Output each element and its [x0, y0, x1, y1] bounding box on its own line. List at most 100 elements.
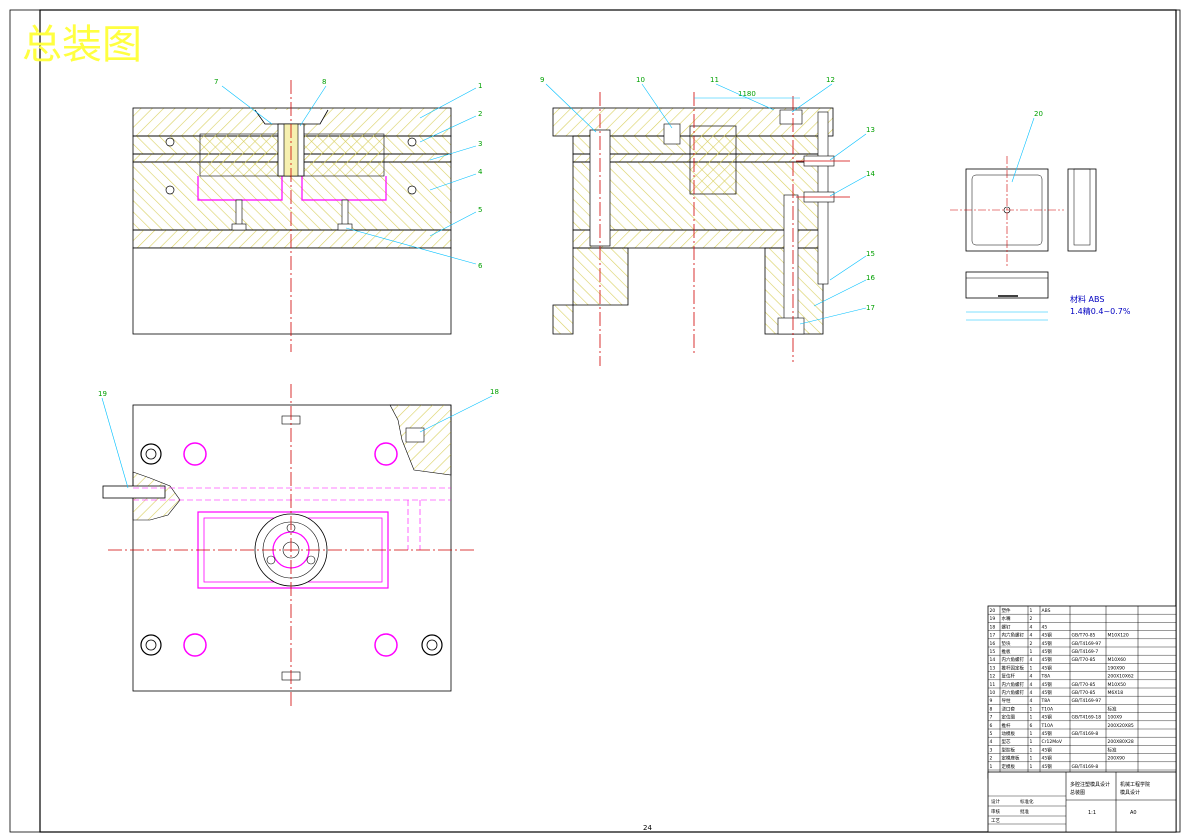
drawing-title: 总装图 [22, 22, 142, 68]
bom-cell-no: 4 [990, 739, 993, 745]
bom-cell-material: 45钢 [1042, 640, 1053, 647]
bom-cell-material: 45钢 [1042, 681, 1053, 688]
bom-cell-material: 45钢 [1042, 656, 1053, 663]
bom-cell-name: 内六角螺钉 [1002, 632, 1025, 639]
label-18: 18 [490, 388, 499, 396]
bom-cell-name: 型腔板 [1002, 746, 1016, 753]
label-7: 7 [214, 78, 218, 86]
bom-cell-material: 45钢 [1042, 689, 1053, 696]
label-19: 19 [98, 390, 107, 398]
bom-cell-qty: 4 [1030, 674, 1033, 680]
tb-sheet: A0 [1130, 810, 1137, 816]
label-20: 20 [1034, 110, 1043, 118]
bom-cell-no: 7 [990, 715, 993, 721]
bom-cell-name: 内六角螺钉 [1002, 689, 1025, 696]
bom-cell-name: 塑件 [1002, 607, 1011, 614]
label-9: 9 [540, 76, 544, 84]
bom-cell-qty: 1 [1030, 706, 1033, 712]
bom-cell-note: 标准 [1108, 705, 1117, 712]
bom-cell-no: 8 [990, 706, 993, 712]
label-16: 16 [866, 274, 875, 282]
bom-cell-no: 15 [990, 649, 996, 655]
bom-cell-material: Cr12MoV [1042, 739, 1063, 745]
bom-cell-name: 内六角螺钉 [1002, 681, 1025, 688]
bom-cell-qty: 2 [1030, 616, 1033, 622]
bom-cell-qty: 1 [1030, 747, 1033, 753]
bom-cell-name: 型芯 [1002, 738, 1011, 745]
bom-cell-name: 定模座板 [1002, 755, 1020, 762]
bom-cell-note: 190X90 [1108, 665, 1126, 671]
bom-cell-note: M10X60 [1108, 657, 1127, 663]
front-view: 7 8 1 2 3 4 5 6 [132, 78, 483, 352]
bom-cell-note: 200X80X28 [1108, 739, 1134, 745]
dim-1180: 1180 [738, 90, 756, 98]
bom-cell-name: 垫块 [1002, 640, 1011, 647]
bom-cell-qty: 1 [1030, 649, 1033, 655]
bom-cell-no: 13 [990, 665, 996, 671]
bom-cell-no: 1 [990, 764, 993, 770]
bom-cell-std: GB/T4169-97 [1072, 698, 1102, 704]
bom-cell-note: 100X9 [1108, 715, 1123, 721]
bom-cell-material: T10A [1041, 723, 1054, 729]
bom-cell-std: GB/T70-85 [1072, 633, 1096, 639]
bom-cell-std: GB/T70-85 [1072, 690, 1096, 696]
plan-view: 19 18 [98, 384, 499, 708]
bom-cell-name: 动模板 [1002, 730, 1016, 737]
label-4: 4 [478, 168, 483, 176]
label-1: 1 [478, 82, 482, 90]
bom-cell-material: T8A [1041, 698, 1052, 704]
bom-cell-no: 2 [990, 756, 993, 762]
tb-class: 模具设计 [1120, 789, 1140, 796]
tb-scale: 1:1 [1088, 810, 1096, 816]
bom-cell-name: 螺钉 [1002, 623, 1011, 630]
bom-cell-note: M6X18 [1108, 690, 1124, 696]
label-11: 11 [710, 76, 719, 84]
bom-cell-qty: 4 [1030, 633, 1033, 639]
bom-cell-material: ABS [1042, 608, 1051, 614]
bom-cell-qty: 1 [1030, 756, 1033, 762]
bom-cell-name: 定模板 [1002, 763, 1016, 770]
bom-cell-no: 9 [990, 698, 993, 704]
bom-cell-qty: 1 [1030, 739, 1033, 745]
bom-cell-no: 20 [990, 608, 996, 614]
bom-cell-material: 45钢 [1042, 746, 1053, 753]
label-5: 5 [478, 206, 482, 214]
bom-cell-material: 45钢 [1042, 730, 1053, 737]
tb-school: 机械工程学院 [1120, 781, 1150, 788]
bom-cell-name: 推杆固定板 [1002, 664, 1025, 671]
bom-cell-material: 45钢 [1042, 755, 1053, 762]
bom-cell-no: 19 [990, 616, 996, 622]
bom-cell-material: T8A [1041, 674, 1052, 680]
bom-cell-name: 浇口套 [1002, 705, 1016, 712]
bom-cell-qty: 1 [1030, 665, 1033, 671]
bom-cell-qty: 4 [1030, 698, 1033, 704]
bom-cell-qty: 1 [1030, 764, 1033, 770]
material-note: 材料 ABS [1070, 294, 1104, 304]
tb-row-0: 设计 [991, 798, 1000, 805]
bom-cell-note: 200X10X62 [1108, 674, 1134, 680]
bom-cell-std: GB/T4169-18 [1072, 715, 1102, 721]
bom-cell-material: 45钢 [1042, 714, 1053, 721]
label-15: 15 [866, 250, 875, 258]
bom-cell-no: 5 [990, 731, 993, 737]
label-3: 3 [478, 140, 482, 148]
label-10: 10 [636, 76, 645, 84]
bom-cell-std: GB/T4169-8 [1072, 731, 1099, 737]
bom-cell-qty: 4 [1030, 624, 1033, 630]
bom-cell-no: 10 [990, 690, 996, 696]
label-6: 6 [478, 262, 483, 270]
bom-cell-qty: 2 [1030, 641, 1033, 647]
bom-cell-no: 3 [990, 747, 993, 753]
bom-cell-no: 14 [990, 657, 996, 663]
label-17: 17 [866, 304, 875, 312]
tb-row-1: 审核 [991, 808, 1000, 815]
tb-project: 多腔注塑模具设计 [1070, 781, 1110, 788]
bom-cell-qty: 1 [1030, 608, 1033, 614]
label-13: 13 [866, 126, 875, 134]
bom-cell-std: GB/T4169-97 [1072, 641, 1102, 647]
bom-cell-qty: 1 [1030, 715, 1033, 721]
title-block: 多腔注塑模具设计 总装图 机械工程学院 模具设计 A0 1:1 设计 审核 工艺… [987, 771, 1177, 833]
bom-cell-qty: 4 [1030, 682, 1033, 688]
tb-row-3: 标准化 [1020, 798, 1034, 805]
bom-cell-std: GB/T70-85 [1072, 682, 1096, 688]
